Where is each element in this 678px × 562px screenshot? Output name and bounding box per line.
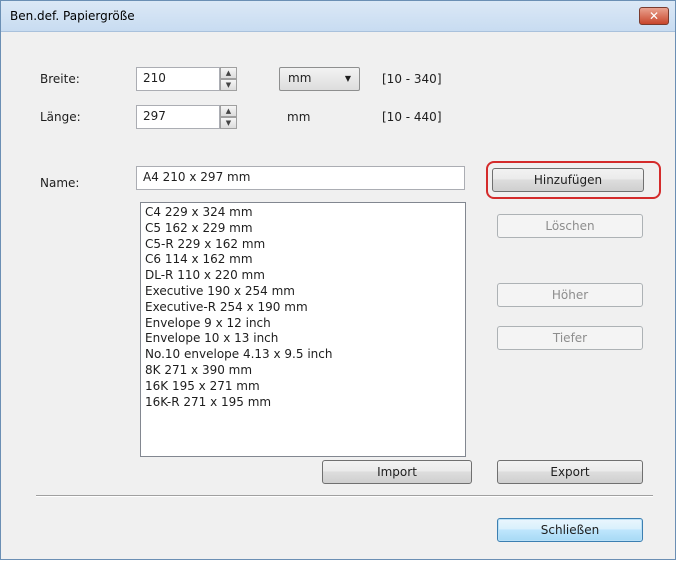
width-label: Breite: [40, 72, 80, 86]
list-item[interactable]: DL-R 110 x 220 mm [145, 268, 461, 284]
list-item[interactable]: Executive 190 x 254 mm [145, 284, 461, 300]
width-range: [10 - 340] [382, 72, 442, 86]
export-button[interactable]: Export [497, 460, 643, 484]
move-up-button[interactable]: Höher [497, 283, 643, 307]
close-window-button[interactable]: ✕ [639, 7, 669, 25]
length-range: [10 - 440] [382, 110, 442, 124]
dialog-body: Breite: 210 ▲ ▼ mm ▼ [10 - 340] Länge: 2… [8, 32, 670, 554]
move-down-button[interactable]: Tiefer [497, 326, 643, 350]
width-spinner[interactable]: ▲ ▼ [220, 67, 237, 91]
list-item[interactable]: Envelope 9 x 12 inch [145, 316, 461, 332]
list-item[interactable]: C5 162 x 229 mm [145, 221, 461, 237]
length-label: Länge: [40, 110, 81, 124]
close-icon: ✕ [648, 9, 660, 23]
list-item[interactable]: Executive-R 254 x 190 mm [145, 300, 461, 316]
width-input[interactable]: 210 [136, 67, 220, 91]
list-item[interactable]: No.10 envelope 4.13 x 9.5 inch [145, 347, 461, 363]
title-bar[interactable]: Ben.def. Papiergröße ✕ [1, 1, 675, 32]
paper-size-list[interactable]: C4 229 x 324 mm C5 162 x 229 mm C5-R 229 x… [140, 202, 466, 457]
length-input[interactable]: 297 [136, 105, 220, 129]
chevron-down-icon: ▼ [344, 74, 351, 83]
width-spin-up-button[interactable]: ▲ [220, 67, 237, 79]
list-item[interactable]: 16K-R 271 x 195 mm [145, 395, 461, 411]
list-item[interactable]: C4 229 x 324 mm [145, 205, 461, 221]
divider [36, 495, 653, 497]
import-button[interactable]: Import [322, 460, 472, 484]
close-button[interactable]: Schließen [497, 518, 643, 542]
list-item[interactable]: 8K 271 x 390 mm [145, 363, 461, 379]
width-spin-down-button[interactable]: ▼ [220, 79, 237, 91]
list-item[interactable]: 16K 195 x 271 mm [145, 379, 461, 395]
name-input[interactable]: A4 210 x 297 mm [136, 166, 465, 190]
add-button[interactable]: Hinzufügen [492, 168, 644, 192]
width-unit-selected: mm [288, 71, 312, 85]
list-item[interactable]: C6 114 x 162 mm [145, 252, 461, 268]
width-unit-select[interactable]: mm ▼ [279, 67, 360, 91]
name-label: Name: [40, 176, 80, 190]
paper-size-items: C4 229 x 324 mm C5 162 x 229 mm C5-R 229 x… [145, 205, 461, 410]
custom-paper-size-dialog: Ben.def. Papiergröße ✕ Breite: 210 ▲ ▼ m… [0, 0, 676, 560]
list-item[interactable]: Envelope 10 x 13 inch [145, 331, 461, 347]
list-item[interactable]: C5-R 229 x 162 mm [145, 237, 461, 253]
length-spinner[interactable]: ▲ ▼ [220, 105, 237, 129]
length-unit: mm [287, 110, 311, 124]
length-spin-down-button[interactable]: ▼ [220, 117, 237, 129]
delete-button[interactable]: Löschen [497, 214, 643, 238]
length-spin-up-button[interactable]: ▲ [220, 105, 237, 117]
window-title: Ben.def. Papiergröße [10, 9, 135, 23]
